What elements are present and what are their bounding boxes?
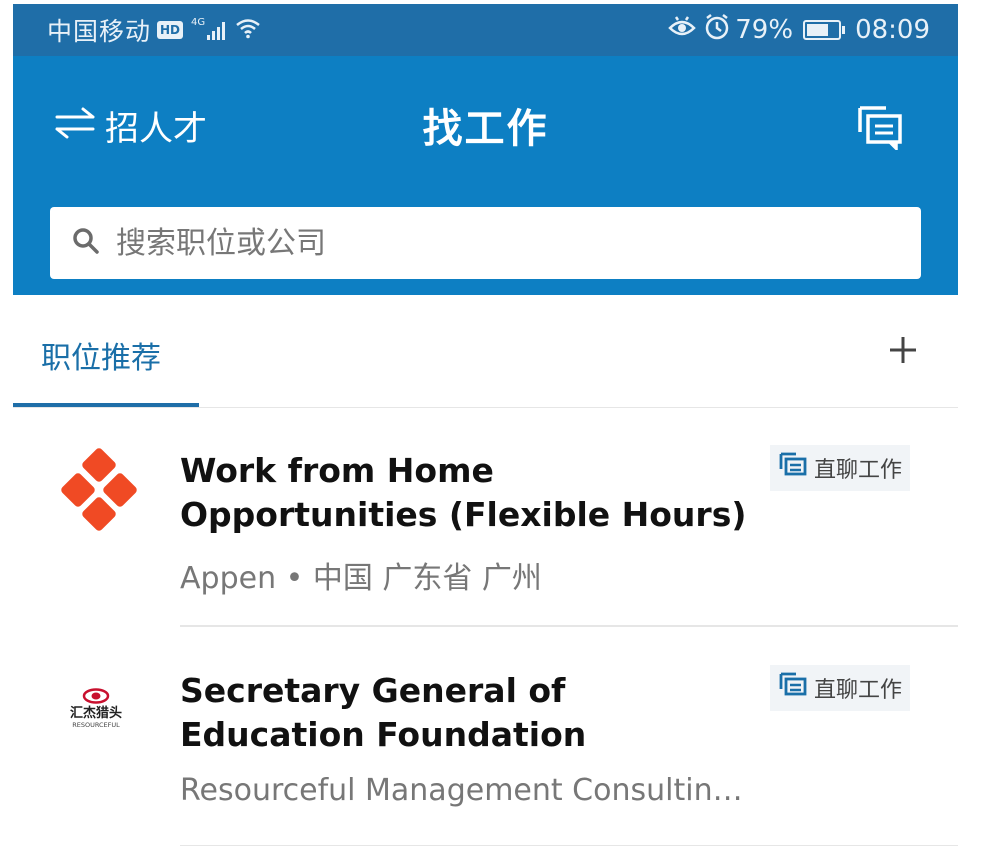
alarm-icon [703, 13, 731, 48]
signal-icon [207, 20, 226, 40]
resourceful-logo: 汇杰猎头 RESOURCEFUL [51, 667, 141, 757]
direct-chat-badge[interactable]: 直聊工作 [770, 445, 911, 491]
search-input[interactable] [114, 224, 878, 262]
job-company-location: Resourceful Management Consultin… [180, 773, 743, 808]
chat-list-icon [856, 106, 906, 154]
status-bar: 中国移动 HD 4G 79% 08:09 [13, 4, 958, 56]
wifi-icon [235, 17, 261, 43]
job-card[interactable]: 汇杰猎头 RESOURCEFUL Secretary General of Ed… [13, 627, 958, 846]
clock: 08:09 [855, 15, 930, 45]
app-header: 招人才 找工作 [13, 56, 958, 295]
plus-icon [886, 337, 920, 371]
resourceful-logo-subtext: RESOURCEFUL [72, 721, 120, 729]
phone-screen: 中国移动 HD 4G 79% 08:09 招人才 找工作 搜索职位或公司 职位推… [13, 4, 958, 846]
battery-percent: 79% [735, 15, 794, 45]
job-title[interactable]: Work from Home Opportunities (Flexible H… [180, 449, 760, 537]
job-card[interactable]: Work from Home Opportunities (Flexible H… [13, 407, 958, 627]
resourceful-logo-text: 汇杰猎头 [70, 705, 122, 721]
add-tab-button[interactable] [886, 333, 920, 367]
search-bar[interactable] [50, 207, 921, 279]
direct-chat-label: 直聊工作 [814, 678, 903, 703]
appen-logo [51, 447, 141, 537]
status-right: 79% 08:09 [667, 13, 930, 47]
tab-bar: 职位推荐 [13, 295, 958, 408]
network-type: 4G [191, 16, 206, 28]
chat-list-button[interactable] [856, 104, 906, 153]
chat-icon [778, 451, 808, 485]
carrier-name: 中国移动 [47, 17, 152, 46]
job-title[interactable]: Secretary General of Education Foundatio… [180, 669, 760, 757]
page-title: 找工作 [422, 106, 549, 152]
tab-recommended-jobs[interactable]: 职位推荐 [41, 333, 161, 377]
eye-comfort-icon [667, 14, 697, 47]
direct-chat-badge[interactable]: 直聊工作 [770, 665, 911, 711]
search-icon [72, 227, 100, 259]
status-left: 中国移动 HD 4G [47, 13, 261, 47]
hd-badge: HD [157, 21, 184, 39]
battery-fill [807, 24, 828, 36]
battery-tip [842, 26, 846, 34]
direct-chat-label: 直聊工作 [814, 458, 903, 483]
job-company-location: Appen • 中国 广东省 广州 [180, 561, 542, 596]
chat-icon [778, 671, 808, 705]
battery-icon [803, 20, 846, 40]
